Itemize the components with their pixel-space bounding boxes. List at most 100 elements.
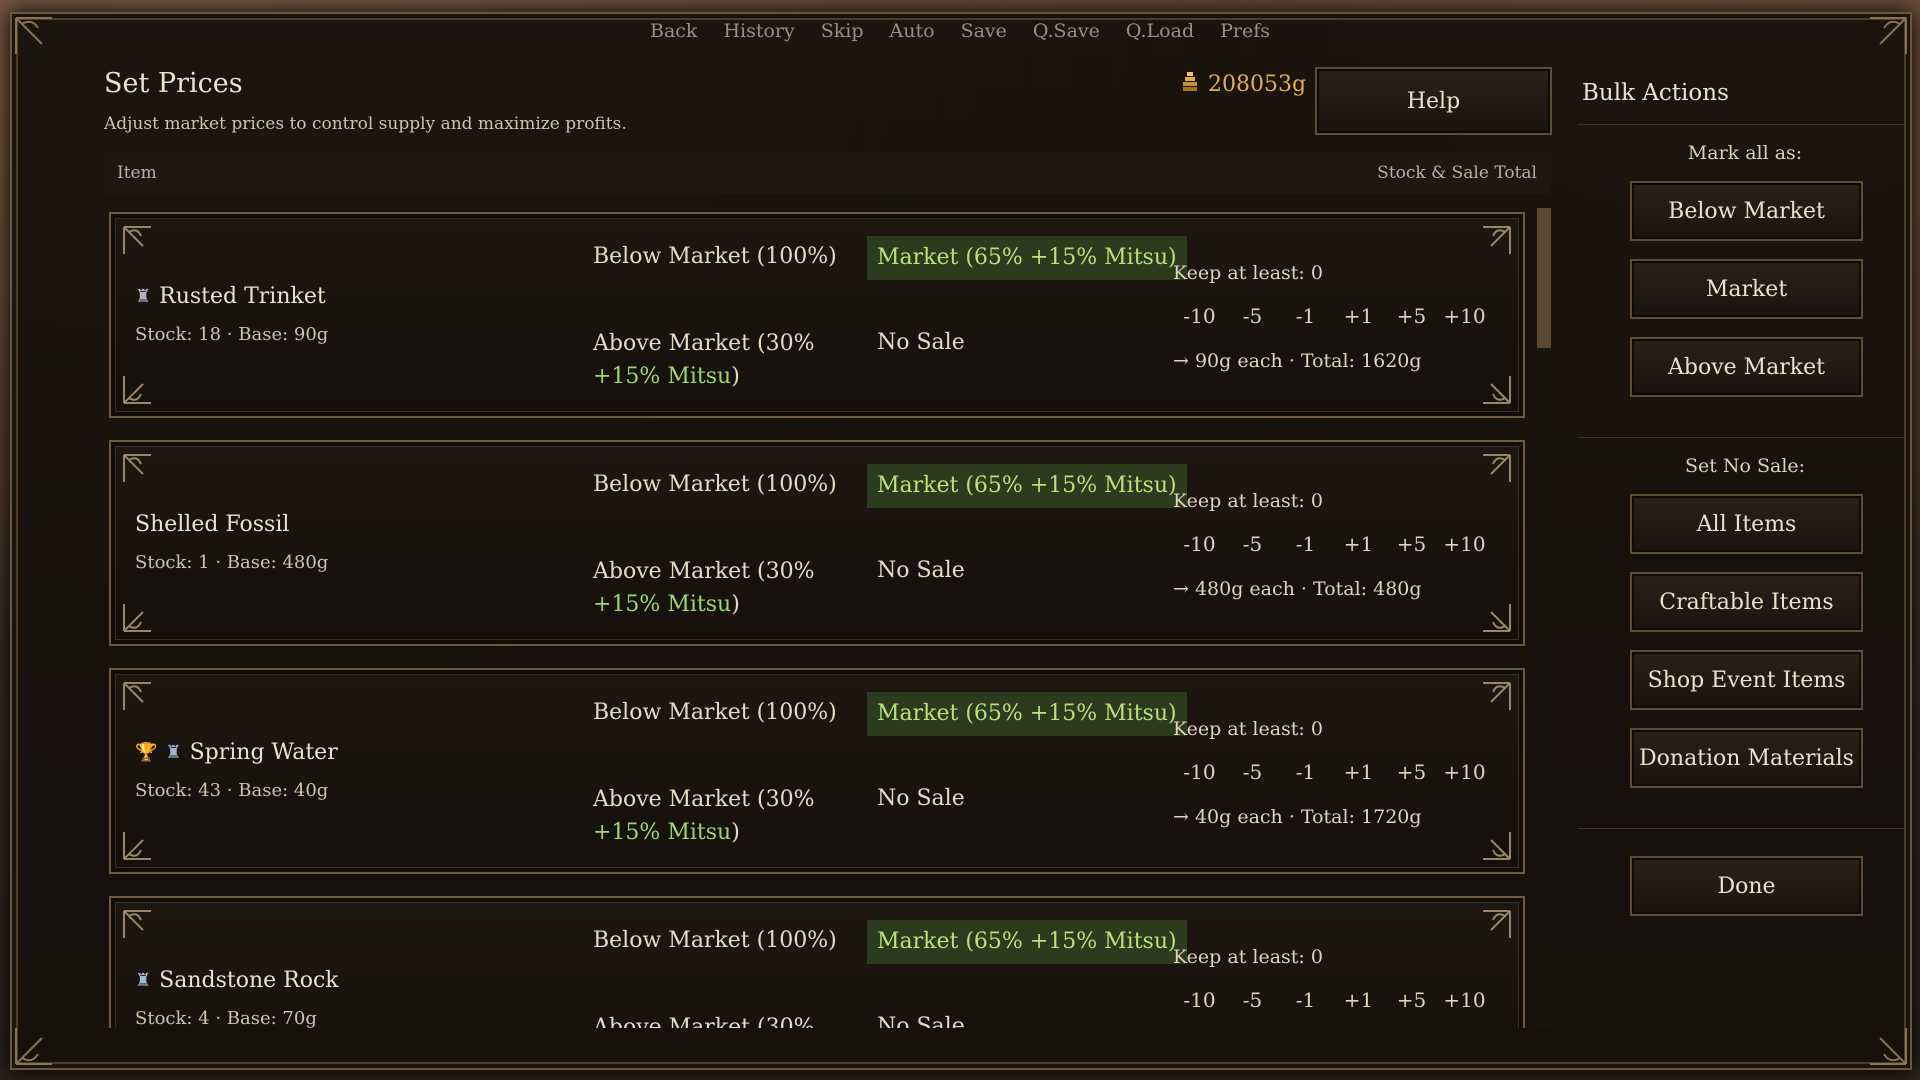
category-icon: ♜ xyxy=(165,742,182,763)
sale-total: → 480g each · Total: 480g xyxy=(1173,578,1422,600)
sale-total: → 90g each · Total: 1620g xyxy=(1173,350,1422,372)
above-market-label: Above Market (30% xyxy=(593,559,815,584)
keep-at-least: Keep at least: 0 xyxy=(1173,946,1323,968)
adjust-plus-5-button[interactable]: +5 xyxy=(1385,760,1438,784)
price-option-above-market[interactable]: Above Market (30% +15% Mitsu) xyxy=(593,783,883,849)
divider xyxy=(1578,437,1904,438)
price-option-above-market[interactable]: Above Market (30% +15% Mitsu) xyxy=(593,555,883,621)
card-corner-ornament xyxy=(1469,452,1513,496)
item-stock: Stock: 43 · Base: 40g xyxy=(135,780,329,801)
mitsu-bonus: +15% Mitsu xyxy=(593,364,732,389)
keep-at-least: Keep at least: 0 xyxy=(1173,718,1323,740)
adjust-minus-10-button[interactable]: -10 xyxy=(1173,304,1226,328)
mark-all-below-market-button[interactable]: Below Market xyxy=(1630,181,1863,241)
price-option-above-market[interactable]: Above Market (30% +15% Mitsu) xyxy=(593,327,883,393)
frame-corner-ornament xyxy=(1850,1008,1910,1068)
adjust-minus-10-button[interactable]: -10 xyxy=(1173,532,1226,556)
price-option-no-sale[interactable]: No Sale xyxy=(877,558,965,583)
list-scrollbar[interactable] xyxy=(1537,208,1551,1028)
adjust-plus-10-button[interactable]: +10 xyxy=(1438,532,1491,556)
item-name: Shelled Fossil xyxy=(135,512,289,537)
sale-total: → 40g each · Total: 1720g xyxy=(1173,806,1422,828)
adjust-plus-1-button[interactable]: +1 xyxy=(1332,760,1385,784)
adjust-plus-10-button[interactable]: +10 xyxy=(1438,760,1491,784)
keep-adjust-buttons: -10 -5 -1 +1 +5 +10 xyxy=(1173,532,1491,556)
above-market-suffix: ) xyxy=(731,592,740,617)
adjust-minus-10-button[interactable]: -10 xyxy=(1173,760,1226,784)
adjust-plus-1-button[interactable]: +1 xyxy=(1332,532,1385,556)
adjust-minus-5-button[interactable]: -5 xyxy=(1226,988,1279,1012)
price-option-no-sale[interactable]: No Sale xyxy=(877,1014,965,1028)
mitsu-bonus: +15% Mitsu xyxy=(593,592,732,617)
item-name-label: Sandstone Rock xyxy=(159,968,339,993)
card-corner-ornament xyxy=(1469,908,1513,952)
adjust-plus-10-button[interactable]: +10 xyxy=(1438,988,1491,1012)
card-corner-ornament xyxy=(1469,224,1513,268)
divider xyxy=(1578,124,1904,125)
adjust-minus-1-button[interactable]: -1 xyxy=(1279,760,1332,784)
price-option-no-sale[interactable]: No Sale xyxy=(877,330,965,355)
card-corner-ornament xyxy=(121,224,165,268)
mark-all-above-market-button[interactable]: Above Market xyxy=(1630,337,1863,397)
quick-menu-qload[interactable]: Q.Load xyxy=(1113,20,1207,42)
no-sale-shop-event-items-button[interactable]: Shop Event Items xyxy=(1630,650,1863,710)
adjust-plus-10-button[interactable]: +10 xyxy=(1438,304,1491,328)
price-option-market[interactable]: Market (65% +15% Mitsu) xyxy=(867,692,1187,736)
card-corner-ornament xyxy=(1469,590,1513,634)
adjust-minus-10-button[interactable]: -10 xyxy=(1173,988,1226,1012)
adjust-plus-1-button[interactable]: +1 xyxy=(1332,304,1385,328)
price-option-market[interactable]: Market (65% +15% Mitsu) xyxy=(867,236,1187,280)
scrollbar-thumb[interactable] xyxy=(1537,208,1551,348)
quick-menu-save[interactable]: Save xyxy=(948,20,1020,42)
quick-menu-back[interactable]: Back xyxy=(637,20,710,42)
card-corner-ornament xyxy=(1469,362,1513,406)
category-icon: ♜ xyxy=(135,286,152,307)
no-sale-craftable-items-button[interactable]: Craftable Items xyxy=(1630,572,1863,632)
adjust-plus-5-button[interactable]: +5 xyxy=(1385,304,1438,328)
adjust-minus-1-button[interactable]: -1 xyxy=(1279,532,1332,556)
adjust-minus-1-button[interactable]: -1 xyxy=(1279,988,1332,1012)
price-option-market[interactable]: Market (65% +15% Mitsu) xyxy=(867,920,1187,964)
adjust-minus-5-button[interactable]: -5 xyxy=(1226,532,1279,556)
item-name: ♜ Sandstone Rock xyxy=(135,968,339,993)
help-button[interactable]: Help xyxy=(1315,67,1552,135)
adjust-plus-1-button[interactable]: +1 xyxy=(1332,988,1385,1012)
mark-all-label: Mark all as: xyxy=(1687,142,1803,164)
item-stock: Stock: 4 · Base: 70g xyxy=(135,1008,317,1028)
price-option-below-market[interactable]: Below Market (100%) xyxy=(593,472,837,497)
item-name-label: Shelled Fossil xyxy=(135,512,290,537)
price-option-below-market[interactable]: Below Market (100%) xyxy=(593,928,837,953)
adjust-minus-1-button[interactable]: -1 xyxy=(1279,304,1332,328)
price-option-no-sale[interactable]: No Sale xyxy=(877,786,965,811)
item-list: ♜ Rusted Trinket Stock: 18 · Base: 90g B… xyxy=(103,208,1533,1028)
above-market-label: Above Market (30% xyxy=(593,331,815,356)
above-market-label: Above Market (30% xyxy=(593,787,815,812)
item-name: ♜ Rusted Trinket xyxy=(135,284,326,309)
quick-menu-skip[interactable]: Skip xyxy=(808,20,877,42)
quick-menu-history[interactable]: History xyxy=(710,20,807,42)
done-button[interactable]: Done xyxy=(1630,856,1863,916)
coin-stack-icon xyxy=(1180,70,1200,98)
price-option-above-market[interactable]: Above Market (30% +15% Mitsu) xyxy=(593,1011,883,1028)
adjust-plus-5-button[interactable]: +5 xyxy=(1385,988,1438,1012)
price-option-below-market[interactable]: Below Market (100%) xyxy=(593,244,837,269)
quick-menu-auto[interactable]: Auto xyxy=(877,20,948,42)
above-market-suffix: ) xyxy=(731,364,740,389)
price-option-below-market[interactable]: Below Market (100%) xyxy=(593,700,837,725)
adjust-minus-5-button[interactable]: -5 xyxy=(1226,304,1279,328)
item-stock: Stock: 18 · Base: 90g xyxy=(135,324,329,345)
adjust-plus-5-button[interactable]: +5 xyxy=(1385,532,1438,556)
no-sale-all-items-button[interactable]: All Items xyxy=(1630,494,1863,554)
page-title: Set Prices xyxy=(104,68,243,99)
card-corner-ornament xyxy=(121,452,165,496)
quick-menu-qsave[interactable]: Q.Save xyxy=(1020,20,1113,42)
mark-all-market-button[interactable]: Market xyxy=(1630,259,1863,319)
adjust-minus-5-button[interactable]: -5 xyxy=(1226,760,1279,784)
price-option-market[interactable]: Market (65% +15% Mitsu) xyxy=(867,464,1187,508)
quick-menu-prefs[interactable]: Prefs xyxy=(1207,20,1283,42)
card-corner-ornament xyxy=(121,590,165,634)
column-header-item: Item xyxy=(117,163,157,183)
column-header-stock-total: Stock & Sale Total xyxy=(1377,163,1537,183)
no-sale-donation-materials-button[interactable]: Donation Materials xyxy=(1630,728,1863,788)
above-market-label: Above Market (30% xyxy=(593,1015,815,1028)
